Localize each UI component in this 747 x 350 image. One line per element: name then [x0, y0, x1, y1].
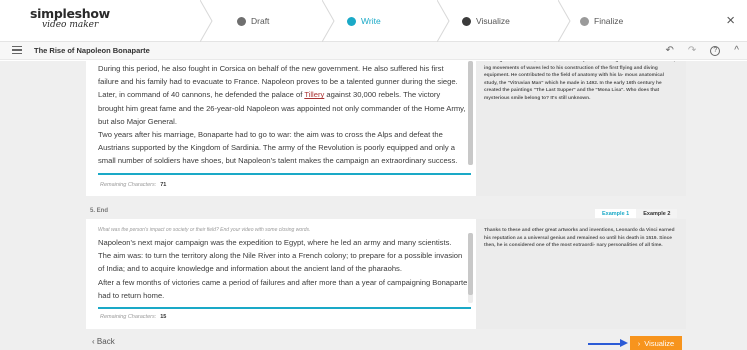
scene-paragraph: The aim was: to turn the territory along… [98, 251, 463, 274]
redo-icon[interactable]: ↷ [688, 44, 696, 57]
chevron-right-icon: › [637, 338, 641, 348]
back-button[interactable]: ‹ Back [92, 337, 115, 346]
remaining-label: Remaining Characters: [100, 182, 157, 188]
visualize-button[interactable]: › Visualize [630, 336, 682, 350]
example-text: drawing and sketches; the latter is an e… [484, 61, 675, 101]
step-separator-icon [200, 0, 213, 42]
example-panel: Thanks to these and other great artworks… [476, 219, 686, 329]
step-separator-icon [558, 0, 571, 42]
step-visualize-label: Visualize [476, 16, 510, 26]
step-write[interactable]: Write [347, 0, 381, 42]
gear-icon [462, 16, 471, 26]
scene-label: 5. End [90, 208, 109, 214]
help-icon[interactable]: ? [710, 46, 721, 56]
back-label: Back [96, 337, 115, 346]
step-finalize[interactable]: Finalize [580, 0, 623, 42]
scene-card: During this period, he also fought in Co… [86, 61, 686, 196]
scrollbar-thumb[interactable] [468, 61, 473, 165]
text-underline [98, 173, 471, 175]
tab-example-1[interactable]: Example 1 [595, 209, 637, 218]
scrollbar[interactable] [468, 233, 473, 303]
gear-icon [580, 16, 589, 26]
toolbar-actions: ↶ ↷ ? ^ [666, 44, 739, 57]
undo-icon[interactable]: ↶ [666, 44, 674, 57]
scene-text-editor[interactable]: Napoleon's next major campaign was the e… [86, 236, 468, 302]
menu-icon[interactable] [12, 46, 22, 55]
collapse-icon[interactable]: ^ [734, 44, 739, 57]
scrollbar-thumb[interactable] [468, 233, 473, 295]
example-tabs: Example 1 Example 2 [595, 209, 678, 219]
scene-paragraph: After a few months of victories came a p… [98, 277, 468, 300]
scene-card: What was the person's impact on society … [86, 219, 686, 329]
close-icon[interactable]: × [726, 12, 735, 29]
scene-paragraph: Two years after his marriage, Bonaparte … [98, 130, 458, 166]
arrow-right-icon [620, 339, 628, 347]
text-underline [98, 307, 471, 309]
scene-hint: What was the person's impact on society … [98, 227, 311, 233]
tab-example-2[interactable]: Example 2 [636, 209, 678, 218]
remaining-characters: Remaining Characters: 71 [100, 182, 166, 188]
step-separator-icon [437, 0, 450, 42]
step-separator-icon [322, 0, 335, 42]
step-draft-label: Draft [251, 16, 270, 26]
logo-subtitle: video maker [42, 19, 99, 30]
simpleshow-logo[interactable]: simpleshow video maker [30, 6, 110, 30]
scrollbar[interactable] [468, 61, 473, 165]
remaining-count: 71 [160, 182, 167, 188]
gear-icon [237, 16, 246, 26]
remaining-characters: Remaining Characters: 15 [100, 314, 166, 320]
step-draft[interactable]: Draft [237, 0, 269, 42]
visualize-label: Visualize [644, 338, 675, 348]
step-finalize-label: Finalize [594, 16, 624, 26]
scene-paragraph: During this period, he also fought in Co… [98, 64, 458, 87]
logo-wordmark: simpleshow [30, 6, 110, 21]
scene-text-editor[interactable]: During this period, he also fought in Co… [86, 61, 476, 196]
document-title: The Rise of Napoleon Bonaparte [34, 46, 150, 55]
scene-text[interactable]: During this period, he also fought in Co… [86, 61, 466, 168]
remaining-label: Remaining Characters: [100, 314, 157, 320]
scene-paragraph: Later, in command of 40 cannons, he defe… [98, 88, 466, 128]
arrow-pointer [588, 343, 624, 345]
gear-icon [347, 16, 356, 26]
spellcheck-word[interactable]: Tillery [304, 90, 324, 99]
scene-paragraph: Napoleon's next major campaign was the e… [98, 238, 452, 247]
text-span: Later, in command of 40 cannons, he defe… [98, 90, 305, 100]
chevron-left-icon: ‹ [92, 337, 95, 346]
example-text: Thanks to these and other great artworks… [484, 228, 675, 249]
app-header: simpleshow video maker Draft Write Visua… [0, 0, 747, 42]
remaining-count: 15 [160, 314, 167, 320]
step-visualize[interactable]: Visualize [462, 0, 510, 42]
example-panel: drawing and sketches; the latter is an e… [476, 61, 686, 196]
step-write-label: Write [361, 16, 381, 26]
document-toolbar: The Rise of Napoleon Bonaparte ↶ ↷ ? ^ [0, 42, 747, 60]
